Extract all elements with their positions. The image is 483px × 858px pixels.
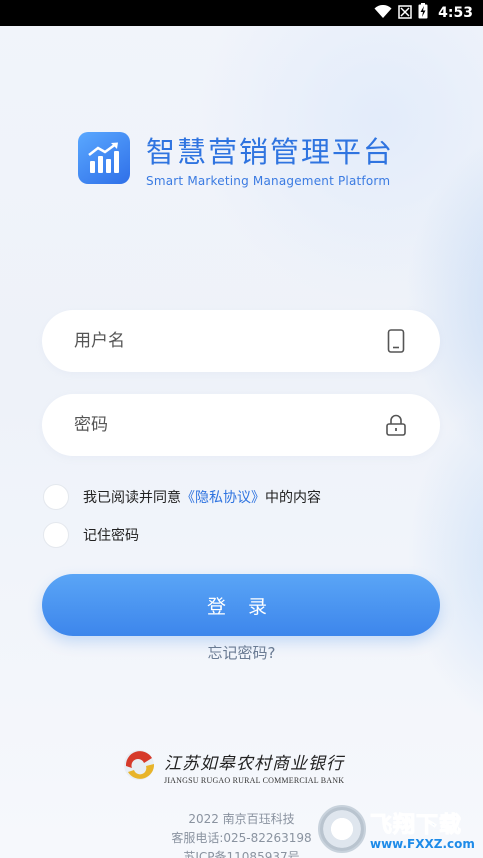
bank-name-cn: 江苏如皋农村商业银行 (164, 754, 344, 774)
password-field[interactable] (42, 394, 440, 456)
bank-logo: 江苏如皋农村商业银行 JIANGSU RUGAO RURAL COMMERCIA… (122, 748, 344, 786)
no-signal-icon (398, 4, 412, 23)
watermark: 飞翔下载 www.FXXZ.com (318, 800, 483, 858)
remember-checkbox[interactable] (43, 522, 69, 548)
remember-password-row[interactable]: 记住密码 (43, 522, 139, 548)
agree-label: 我已阅读并同意《隐私协议》中的内容 (83, 487, 321, 507)
app-header: 智慧营销管理平台 Smart Marketing Management Plat… (78, 132, 394, 188)
app-title: 智慧营销管理平台 (146, 135, 395, 169)
login-button[interactable]: 登 录 (42, 574, 440, 636)
remember-label: 记住密码 (83, 528, 139, 544)
status-time: 4:53 (438, 5, 473, 21)
lock-icon (384, 413, 408, 437)
bank-emblem-icon (122, 748, 158, 786)
watermark-logo-icon (318, 805, 366, 853)
phone-icon (384, 329, 408, 353)
status-bar: 4:53 (0, 0, 483, 26)
battery-charging-icon (418, 3, 428, 23)
agree-privacy-row[interactable]: 我已阅读并同意《隐私协议》中的内容 (43, 484, 321, 510)
forgot-password-link[interactable]: 忘记密码? (0, 642, 483, 663)
password-input[interactable] (74, 415, 384, 435)
agree-suffix: 中的内容 (265, 490, 321, 506)
agree-checkbox[interactable] (43, 484, 69, 510)
chart-trend-icon (78, 132, 130, 184)
watermark-en: www.FXXZ.com (370, 837, 475, 851)
username-field[interactable] (42, 310, 440, 372)
wifi-icon (374, 4, 392, 23)
agree-prefix: 我已阅读并同意 (83, 490, 181, 506)
bank-name-en: JIANGSU RUGAO RURAL COMMERCIAL BANK (164, 776, 345, 785)
username-input[interactable] (74, 331, 384, 351)
app-subtitle: Smart Marketing Management Platform (146, 174, 391, 188)
watermark-cn: 飞翔下载 (370, 813, 463, 839)
privacy-policy-link[interactable]: 《隐私协议》 (181, 490, 265, 506)
